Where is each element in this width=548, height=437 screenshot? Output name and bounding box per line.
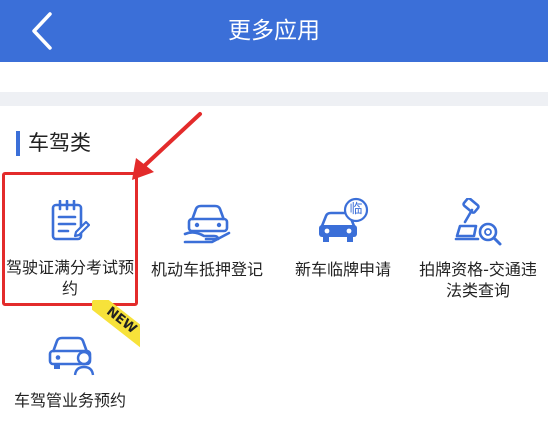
section-accent-bar — [16, 131, 20, 156]
app-temp-plate[interactable]: 临 新车临牌申请 — [276, 172, 410, 306]
new-ribbon: NEW — [92, 300, 140, 348]
temp-plate-badge-text: 临 — [349, 202, 363, 217]
app-label: 新车临牌申请 — [294, 260, 391, 279]
new-ribbon-text: NEW — [92, 300, 140, 348]
header-bar: 更多应用 — [0, 0, 548, 62]
app-plate-eligibility-query[interactable]: 拍牌资格-交通违法类查询 — [410, 172, 546, 306]
section-title: 车驾类 — [28, 131, 91, 155]
app-label: 车驾管业务预约 — [13, 391, 126, 410]
highlight-box — [2, 172, 138, 306]
page-title: 更多应用 — [228, 18, 320, 44]
red-arrow-annotation — [132, 112, 202, 180]
app-vehicle-mortgage[interactable]: 机动车抵押登记 — [140, 172, 274, 306]
car-hand-icon — [183, 204, 231, 244]
spacer — [0, 62, 548, 92]
app-label: 拍牌资格-交通违法类查询 — [419, 260, 537, 300]
section-divider — [0, 92, 548, 106]
gavel-search-icon — [454, 198, 502, 246]
app-label: 机动车抵押登记 — [150, 260, 263, 279]
car-service-icon — [48, 336, 95, 376]
